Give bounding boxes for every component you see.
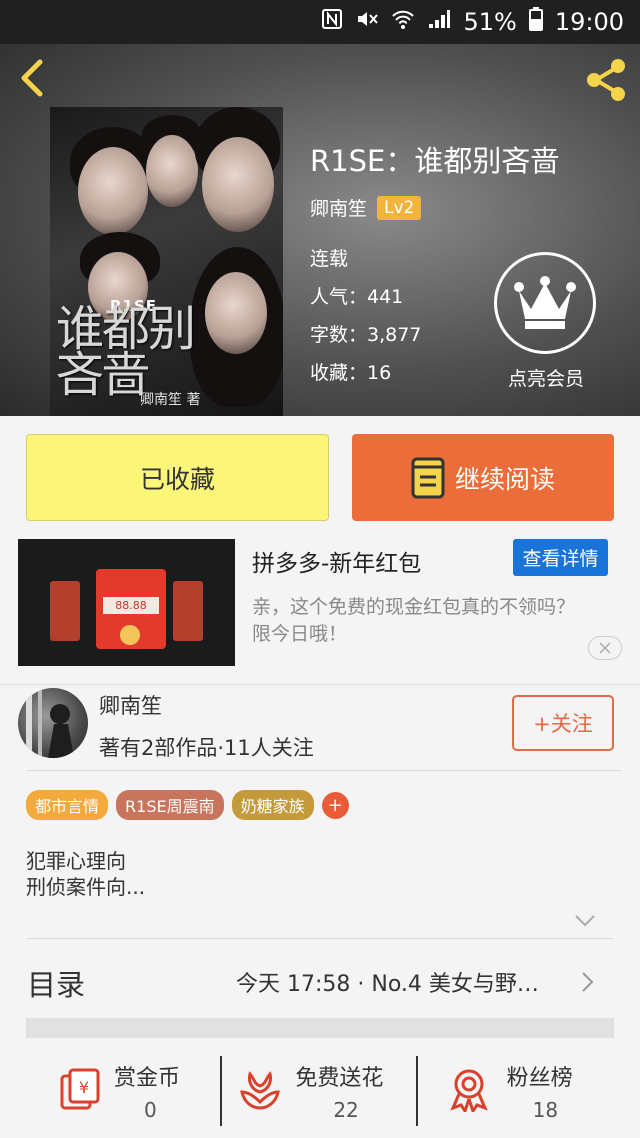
follow-button[interactable]: +关注 xyxy=(512,695,614,751)
chevron-right-icon xyxy=(580,970,596,994)
book-cover[interactable]: R1SE 谁都别吝啬 卿南笙 著 xyxy=(50,107,283,416)
serial-status: 连载 xyxy=(310,248,349,270)
stat-value: 0 xyxy=(144,1098,157,1122)
expand-description-button[interactable] xyxy=(574,913,596,927)
continue-reading-label: 继续阅读 xyxy=(454,464,555,494)
vip-label[interactable]: 点亮会员 xyxy=(496,364,596,391)
share-icon xyxy=(587,59,625,101)
chevron-down-icon xyxy=(575,915,595,927)
ad-card[interactable]: 88.88 拼多多-新年红包 查看详情 亲，这个免费的现金红包真的不领吗？限今日… xyxy=(0,530,640,680)
svg-text:¥: ¥ xyxy=(79,1078,89,1097)
divider xyxy=(26,938,614,939)
stat-label: 赏金币 xyxy=(114,1066,181,1091)
book-header: R1SE 谁都别吝啬 卿南笙 著 R1SE：谁都别吝啬 卿南笙 Lv2 连载 人… xyxy=(0,44,640,416)
mute-icon xyxy=(355,8,379,36)
collected-label: 已收藏 xyxy=(139,464,215,494)
close-icon xyxy=(599,642,611,654)
continue-reading-button[interactable]: 继续阅读 xyxy=(352,434,614,521)
status-bar: 51% 19:00 xyxy=(0,0,640,44)
fan-rank-button[interactable]: 粉丝榜 18 xyxy=(427,1038,640,1138)
cover-title: 谁都别吝啬 xyxy=(56,301,196,403)
chevron-left-icon xyxy=(21,59,43,97)
clock: 19:00 xyxy=(554,8,624,36)
author-name[interactable]: 卿南笙 xyxy=(310,194,367,221)
battery-icon xyxy=(528,7,543,37)
description-line: 刑侦案件向... xyxy=(26,875,146,899)
ad-close-button[interactable] xyxy=(588,636,622,660)
book-description: 犯罪心理向 刑侦案件向... xyxy=(26,848,145,900)
divider xyxy=(416,1056,419,1126)
author-row: 卿南笙 Lv2 xyxy=(310,194,422,221)
send-flowers-button[interactable]: 免费送花 22 xyxy=(213,1038,426,1138)
level-badge: Lv2 xyxy=(377,195,422,220)
book-title: R1SE：谁都别吝啬 xyxy=(310,144,560,178)
stat-value: 22 xyxy=(333,1098,359,1122)
battery-percent: 51% xyxy=(463,8,517,36)
table-of-contents-row[interactable]: 目录 今天 17:58 · No.4 美女与野… xyxy=(0,948,640,1014)
collected-button[interactable]: 已收藏 xyxy=(26,434,329,521)
share-button[interactable] xyxy=(582,56,630,104)
stat-value: 18 xyxy=(532,1098,559,1122)
author-card-name[interactable]: 卿南笙 xyxy=(99,690,162,720)
tag-list: 都市言情 R1SE周震南 奶糖家族 + xyxy=(26,790,349,820)
author-card-meta: 著有2部作品·11人关注 xyxy=(99,736,314,760)
ad-thumbnail: 88.88 xyxy=(18,539,235,666)
wifi-icon xyxy=(391,8,415,36)
add-tag-button[interactable]: + xyxy=(321,791,349,819)
tag-item[interactable]: 都市言情 xyxy=(26,790,109,820)
toc-title: 目录 xyxy=(27,968,86,1002)
signal-icon xyxy=(427,8,451,36)
back-button[interactable] xyxy=(14,58,54,98)
medal-icon xyxy=(447,1068,491,1115)
ad-description: 亲，这个免费的现金红包真的不领吗？限今日哦！ xyxy=(252,596,576,645)
stats-bar: ¥ 赏金币 0 免费送花 22 粉丝榜 18 xyxy=(0,1038,640,1138)
word-count: 字数：3,877 xyxy=(310,324,422,346)
favorites-count: 收藏：16 xyxy=(310,362,392,384)
reward-coins-button[interactable]: ¥ 赏金币 0 xyxy=(0,1038,222,1138)
flower-icon xyxy=(238,1068,282,1112)
nfc-icon xyxy=(321,8,343,36)
popularity: 人气：441 xyxy=(310,286,404,308)
tag-item[interactable]: 奶糖家族 xyxy=(231,790,314,820)
ad-details-button[interactable]: 查看详情 xyxy=(513,539,608,576)
description-line: 犯罪心理向 xyxy=(26,849,126,873)
ad-thumb-amount: 88.88 xyxy=(103,597,159,614)
section-separator xyxy=(26,1018,614,1038)
red-envelope-icon: ¥ xyxy=(60,1068,104,1112)
book-icon xyxy=(411,457,445,498)
divider xyxy=(26,770,622,771)
vip-button[interactable] xyxy=(494,252,596,354)
crown-icon xyxy=(514,276,576,329)
cover-author: 卿南笙 著 xyxy=(140,392,201,408)
avatar[interactable] xyxy=(18,688,88,758)
latest-chapter: 今天 17:58 · No.4 美女与野… xyxy=(236,972,539,997)
author-card: 卿南笙 著有2部作品·11人关注 +关注 xyxy=(0,680,640,770)
tag-item[interactable]: R1SE周震南 xyxy=(116,790,224,820)
ad-title: 拼多多-新年红包 xyxy=(252,551,422,577)
stat-label: 粉丝榜 xyxy=(506,1066,573,1091)
stat-label: 免费送花 xyxy=(295,1066,384,1091)
